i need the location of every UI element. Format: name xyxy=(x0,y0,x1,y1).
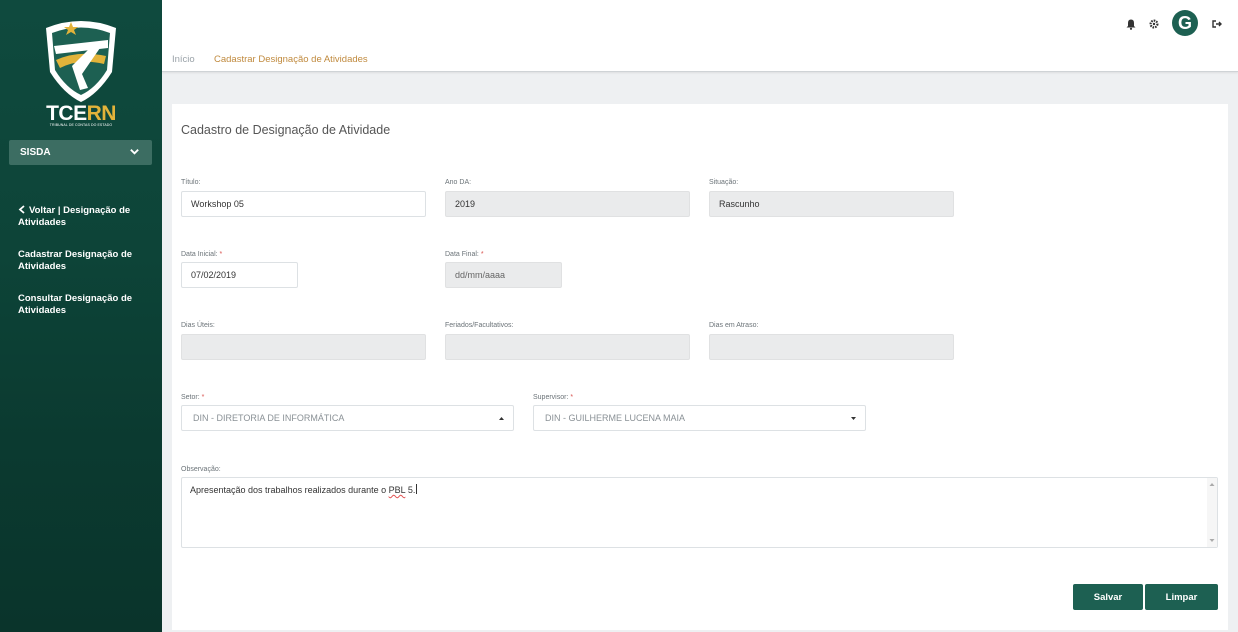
setor-label: Setor: * xyxy=(181,394,205,401)
data-final-input[interactable]: dd/mm/aaaa xyxy=(445,262,562,288)
form-card: Cadastro de Designação de Atividade Títu… xyxy=(172,104,1228,630)
ano-field: 2019 xyxy=(445,191,690,217)
dias-atraso-label: Dias em Atraso: xyxy=(709,322,759,329)
sidebar-item-label: Cadastrar Designação de Atividades xyxy=(18,249,133,272)
sidebar-menu: Voltar | Designação de Atividades Cadast… xyxy=(18,205,148,337)
sidebar-item-voltar[interactable]: Voltar | Designação de Atividades xyxy=(18,205,148,229)
required-mark: * xyxy=(480,251,484,258)
setor-select-value: DIN - DIRETORIA DE INFORMÁTICA xyxy=(193,413,345,423)
save-button[interactable]: Salvar xyxy=(1073,584,1143,610)
data-inicial-label: Data Inicial: * xyxy=(181,251,223,258)
breadcrumb-current: Cadastrar Designação de Atividades xyxy=(214,54,368,65)
system-select[interactable]: SISDA xyxy=(9,140,152,165)
logout-icon[interactable] xyxy=(1211,18,1223,30)
observacao-text: Apresentação dos trabalhos realizados du… xyxy=(190,485,389,495)
caret-up-icon xyxy=(499,417,504,420)
data-final-label: Data Final: * xyxy=(445,251,484,258)
gear-icon[interactable] xyxy=(1148,18,1160,30)
situacao-label: Situação: xyxy=(709,179,739,186)
sidebar-item-label: Voltar | Designação de Atividades xyxy=(18,205,131,228)
observacao-tail: 5. xyxy=(405,485,416,495)
textarea-scrollbar[interactable] xyxy=(1207,478,1217,547)
chevron-left-icon xyxy=(18,205,25,214)
required-mark: * xyxy=(570,394,574,401)
logo-subtitle: TRIBUNAL DE CONTAS DO ESTADO xyxy=(49,123,113,127)
dias-uteis-label: Dias Úteis: xyxy=(181,322,215,329)
text-cursor xyxy=(416,484,418,494)
supervisor-label: Supervisor: * xyxy=(533,394,574,401)
breadcrumb-home[interactable]: Início xyxy=(172,54,195,65)
required-mark: * xyxy=(219,251,223,258)
dias-atraso-field xyxy=(709,334,954,360)
setor-select[interactable]: DIN - DIRETORIA DE INFORMÁTICA xyxy=(181,405,514,431)
sidebar-item-consultar[interactable]: Consultar Designação de Atividades xyxy=(18,293,148,317)
titulo-label: Título: xyxy=(181,179,201,186)
situacao-field: Rascunho xyxy=(709,191,954,217)
sidebar-item-label: Consultar Designação de Atividades xyxy=(18,293,133,316)
page-title: Cadastro de Designação de Atividade xyxy=(181,123,391,137)
supervisor-select-value: DIN - GUILHERME LUCENA MAIA xyxy=(545,413,686,423)
spellcheck-word: PBL xyxy=(388,485,406,495)
tcern-logo: TCERN TRIBUNAL DE CONTAS DO ESTADO xyxy=(38,16,124,128)
feriados-label: Feriados/Facultativos: xyxy=(445,322,514,329)
scroll-up-icon[interactable] xyxy=(1209,482,1215,487)
ano-label: Ano DA: xyxy=(445,179,472,186)
system-select-value: SISDA xyxy=(20,147,51,158)
feriados-field xyxy=(445,334,690,360)
top-bar: G Início Cadastrar Designação de Ativida… xyxy=(162,0,1238,72)
observacao-label: Observação: xyxy=(181,466,221,473)
bell-icon[interactable] xyxy=(1125,18,1137,30)
caret-down-icon xyxy=(851,417,856,420)
titulo-input[interactable]: Workshop 05 xyxy=(181,191,426,217)
data-inicial-input[interactable]: 07/02/2019 xyxy=(181,262,298,288)
sidebar: TCERN TRIBUNAL DE CONTAS DO ESTADO SISDA… xyxy=(0,0,162,632)
supervisor-select[interactable]: DIN - GUILHERME LUCENA MAIA xyxy=(533,405,866,431)
observacao-textarea[interactable]: Apresentação dos trabalhos realizados du… xyxy=(181,477,1218,548)
shield-logo-icon xyxy=(46,21,116,102)
sidebar-item-cadastrar[interactable]: Cadastrar Designação de Atividades xyxy=(18,249,148,273)
required-mark: * xyxy=(201,394,205,401)
dias-uteis-field xyxy=(181,334,426,360)
scroll-down-icon[interactable] xyxy=(1209,538,1215,543)
chevron-down-icon xyxy=(130,149,139,155)
avatar[interactable]: G xyxy=(1172,10,1198,36)
clear-button[interactable]: Limpar xyxy=(1145,584,1218,610)
